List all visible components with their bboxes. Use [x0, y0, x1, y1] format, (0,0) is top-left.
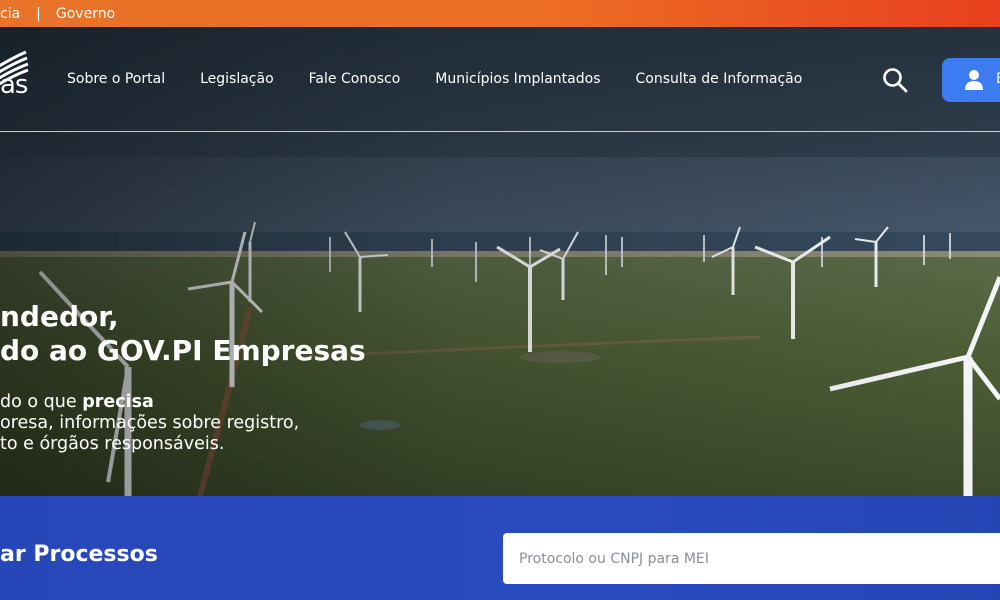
nav-item-legislacao[interactable]: Legislação: [200, 71, 274, 87]
nav-item-fale-conosco[interactable]: Fale Conosco: [309, 71, 401, 87]
nav-item-consulta-de-informacao[interactable]: Consulta de Informação: [636, 71, 803, 87]
hero-title: ndedor, do ao GOV.PI Empresas: [0, 300, 366, 368]
protocolo-search-input[interactable]: [503, 533, 1000, 584]
nav-item-municipios-implantados[interactable]: Municípios Implantados: [435, 71, 600, 87]
topbar-link-transparencia[interactable]: cia: [0, 6, 20, 22]
consulta-title: ar Processos: [0, 542, 158, 567]
topbar-link-governo[interactable]: Governo: [56, 6, 115, 22]
header-divider: [0, 131, 1000, 132]
hero-description-line-1: do o que precisa: [0, 392, 154, 412]
hero-title-line-2: do ao GOV.PI Empresas: [0, 334, 366, 367]
hero-description-line-2: oresa, informações sobre registro,: [0, 413, 300, 433]
topbar-separator: |: [36, 5, 41, 22]
top-bar: cia | Governo: [0, 0, 1000, 27]
hero-description: do o que precisa oresa, informações sobr…: [0, 392, 299, 455]
search-icon[interactable]: [882, 67, 908, 93]
nav-item-sobre-o-portal[interactable]: Sobre o Portal: [67, 71, 165, 87]
hero-description-bold: precisa: [82, 392, 154, 412]
login-button-label: E: [996, 71, 1000, 87]
logo-text[interactable]: as: [0, 70, 29, 100]
user-icon: [965, 70, 983, 90]
hero-description-line-3: to e órgãos responsáveis.: [0, 434, 225, 454]
hero-title-line-1: ndedor,: [0, 300, 119, 333]
login-button[interactable]: E: [942, 58, 1000, 102]
main-nav: Sobre o Portal Legislação Fale Conosco M…: [67, 71, 802, 87]
